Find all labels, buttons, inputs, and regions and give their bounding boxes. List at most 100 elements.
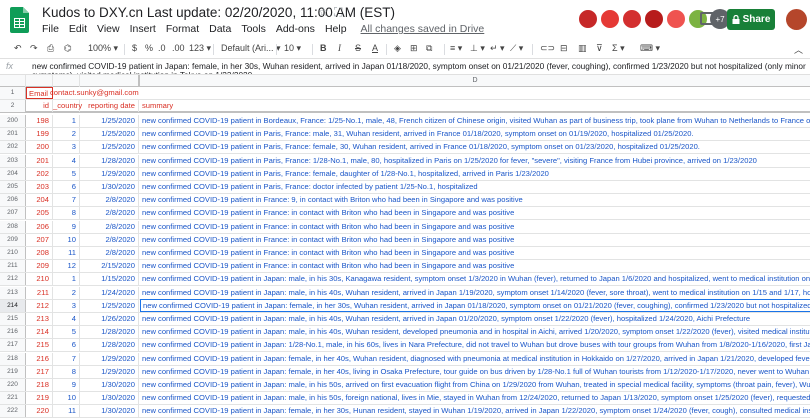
reporting-date-cell[interactable]: 1/25/2020 — [80, 141, 139, 154]
row-header[interactable]: 202 — [0, 141, 26, 154]
reporting-date-cell[interactable]: 1/15/2020 — [80, 273, 139, 286]
reporting-date-cell[interactable]: 1/29/2020 — [80, 352, 139, 365]
id-cell[interactable]: 205 — [26, 207, 53, 220]
row-header[interactable]: 216 — [0, 326, 26, 339]
currency-format-button[interactable]: $ — [132, 43, 137, 53]
summary-cell[interactable]: new confirmed COVID-19 patient in Paris,… — [140, 168, 810, 180]
country-index-cell[interactable]: 1 — [53, 273, 80, 286]
column-header-a[interactable] — [26, 75, 53, 87]
summary-cell[interactable]: new confirmed COVID-19 patient in Paris,… — [140, 128, 810, 140]
summary-cell[interactable]: new confirmed COVID-19 patient in Japan:… — [140, 353, 810, 365]
country-index-cell[interactable]: 8 — [53, 365, 80, 378]
row-header[interactable]: 218 — [0, 352, 26, 365]
row-header[interactable]: 222 — [0, 405, 26, 418]
menu-tools[interactable]: Tools — [241, 23, 266, 37]
font-select[interactable]: Default (Ari... ▾ — [221, 43, 281, 54]
row-header[interactable]: 200 — [0, 115, 26, 127]
increase-decimal-button[interactable]: .00 — [172, 43, 185, 53]
horizontal-align-icon[interactable]: ≡ ▾ — [450, 43, 462, 54]
id-cell[interactable]: 215 — [26, 339, 53, 352]
menu-help[interactable]: Help — [325, 23, 347, 37]
reporting-date-cell[interactable]: 1/25/2020 — [80, 128, 139, 141]
redo-icon[interactable]: ↷ — [30, 43, 38, 54]
summary-cell[interactable]: new confirmed COVID-19 patient in France… — [140, 260, 810, 272]
country-index-cell[interactable]: 5 — [53, 326, 80, 339]
collapse-toolbar-icon[interactable]: ︿ — [794, 43, 803, 56]
id-cell[interactable]: 206 — [26, 220, 53, 233]
country-index-cell[interactable]: 5 — [53, 167, 80, 180]
menu-file[interactable]: File — [42, 23, 59, 37]
id-cell[interactable]: 218 — [26, 379, 53, 391]
reporting-date-cell[interactable]: 1/29/2020 — [80, 167, 139, 180]
country-index-cell[interactable]: 9 — [53, 220, 80, 233]
email-value-cell[interactable]: contact.sunky@gmail.com — [50, 87, 170, 99]
row-header[interactable]: 219 — [0, 365, 26, 378]
row-header[interactable]: 206 — [0, 194, 26, 207]
country-index-cell[interactable]: 3 — [53, 141, 80, 154]
fill-color-icon[interactable]: ◈ — [394, 43, 401, 54]
country-index-cell[interactable]: 6 — [53, 181, 80, 193]
summary-cell[interactable]: new confirmed COVID-19 patient in Japan:… — [140, 405, 810, 417]
collaborator-avatar[interactable] — [578, 9, 598, 29]
collaborator-avatar[interactable] — [644, 9, 664, 29]
select-all-corner[interactable] — [0, 75, 26, 87]
summary-cell[interactable]: new confirmed COVID-19 patient in Japan:… — [140, 326, 810, 338]
menu-insert[interactable]: Insert — [130, 23, 156, 37]
vertical-align-icon[interactable]: ⊥ ▾ — [470, 43, 485, 54]
summary-cell[interactable]: new confirmed COVID-19 patient in France… — [140, 221, 810, 233]
summary-cell[interactable]: new confirmed COVID-19 patient in France… — [140, 194, 810, 206]
filter-icon[interactable]: ⊽ — [596, 43, 603, 54]
formula-input[interactable]: new confirmed COVID-19 patient in Japan:… — [32, 62, 810, 75]
reporting-date-cell[interactable]: 2/15/2020 — [80, 260, 139, 273]
summary-cell[interactable]: new confirmed COVID-19 patient in France… — [140, 247, 810, 259]
save-status-link[interactable]: All changes saved in Drive — [361, 23, 485, 37]
id-cell[interactable]: 200 — [26, 141, 53, 154]
id-cell[interactable]: 204 — [26, 194, 53, 207]
account-avatar[interactable] — [786, 9, 807, 30]
summary-cell[interactable]: new confirmed COVID-19 patient in Japan:… — [140, 366, 810, 378]
id-cell[interactable]: 210 — [26, 273, 53, 286]
reporting-date-cell[interactable]: 2/8/2020 — [80, 207, 139, 220]
row-header[interactable]: 221 — [0, 392, 26, 405]
id-cell[interactable]: 198 — [26, 115, 53, 127]
country-index-cell[interactable]: 8 — [53, 207, 80, 220]
move-folder-icon[interactable]: ⛶ — [334, 5, 342, 20]
print-icon[interactable]: ⎙ — [47, 43, 54, 54]
row-header[interactable]: 208 — [0, 220, 26, 233]
column-header-b[interactable] — [53, 75, 80, 87]
country-index-cell[interactable]: 10 — [53, 392, 80, 405]
country-index-cell[interactable]: 2 — [53, 286, 80, 299]
id-cell[interactable]: 213 — [26, 313, 53, 325]
country-index-cell[interactable]: 7 — [53, 194, 80, 207]
paint-format-icon[interactable]: ⌬ — [64, 43, 72, 54]
menu-addons[interactable]: Add-ons — [276, 23, 315, 37]
menu-format[interactable]: Format — [166, 23, 199, 37]
reporting-date-cell[interactable]: 1/28/2020 — [80, 339, 139, 352]
summary-cell[interactable]: new confirmed COVID-19 patient in Paris,… — [140, 155, 810, 167]
row-header[interactable]: 204 — [0, 167, 26, 180]
borders-icon[interactable]: ⊞ — [410, 43, 418, 54]
row-header[interactable]: 205 — [0, 181, 26, 193]
summary-cell[interactable]: new confirmed COVID-19 patient in Japan:… — [140, 287, 810, 299]
summary-cell[interactable]: new confirmed COVID-19 patient in Japan:… — [140, 273, 810, 285]
id-cell[interactable]: 202 — [26, 167, 53, 180]
undo-icon[interactable]: ↶ — [14, 43, 22, 54]
input-tools-icon[interactable]: ⌨ ▾ — [640, 43, 660, 54]
collaborator-avatar[interactable] — [622, 9, 642, 29]
reporting-date-cell[interactable]: 1/24/2020 — [80, 286, 139, 299]
id-cell[interactable]: 199 — [26, 128, 53, 141]
font-size-select[interactable]: 10 ▾ — [284, 43, 301, 54]
summary-cell[interactable]: new confirmed COVID-19 patient in France… — [140, 234, 810, 246]
country-index-cell[interactable]: 4 — [53, 313, 80, 325]
text-color-button[interactable]: A — [372, 43, 378, 53]
id-cell[interactable]: 208 — [26, 247, 53, 259]
reporting-date-cell[interactable]: 1/30/2020 — [80, 181, 139, 193]
italic-button[interactable]: I — [338, 43, 341, 53]
country-index-cell[interactable]: 9 — [53, 379, 80, 391]
id-cell[interactable]: 203 — [26, 181, 53, 193]
row-header[interactable]: 1 — [0, 87, 26, 99]
id-cell[interactable]: 220 — [26, 405, 53, 418]
country-index-cell[interactable]: 3 — [53, 299, 80, 312]
id-cell[interactable]: 209 — [26, 260, 53, 273]
bold-button[interactable]: B — [320, 43, 327, 53]
